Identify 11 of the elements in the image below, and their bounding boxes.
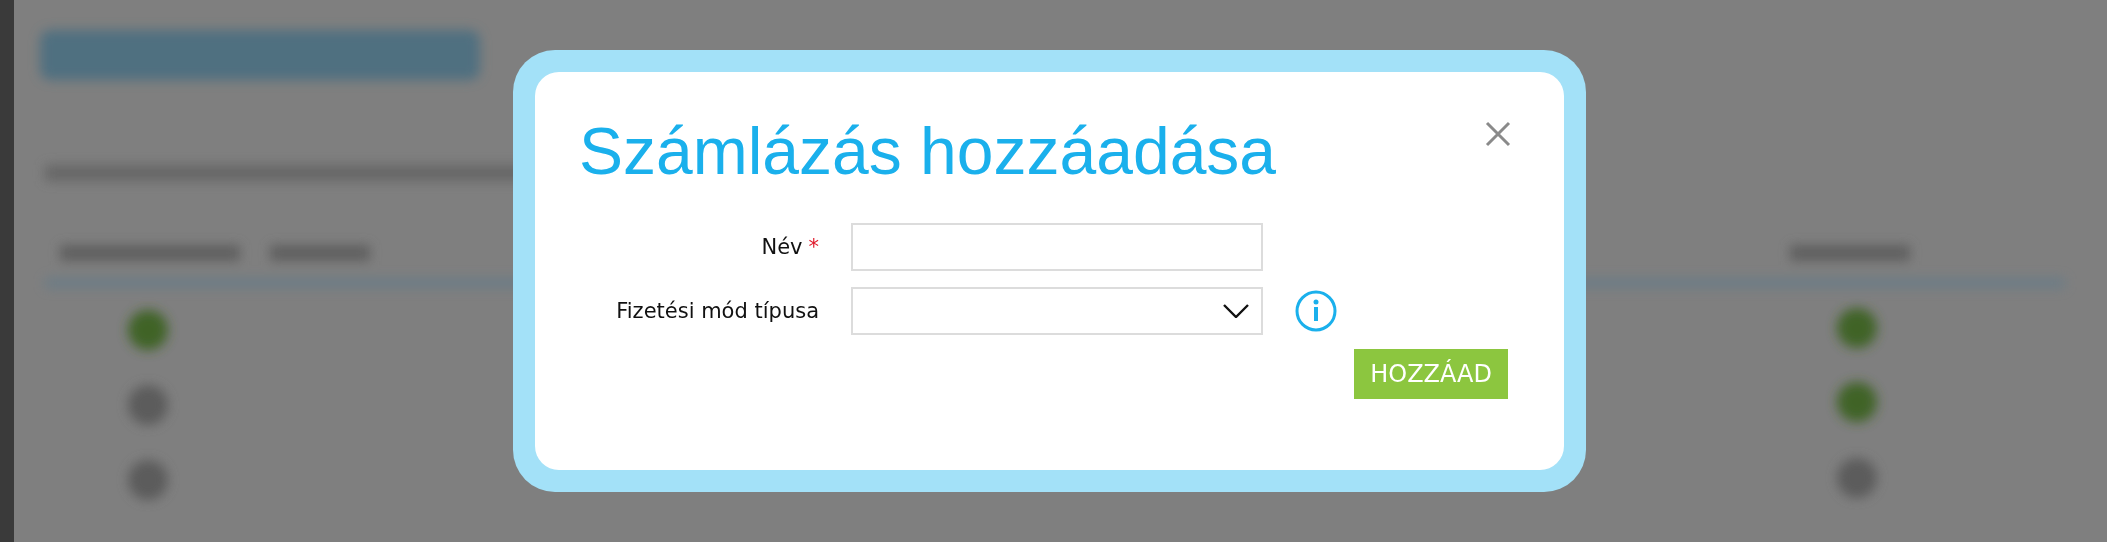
- dialog-title: Számlázás hozzáadása: [579, 113, 1277, 190]
- name-input-field[interactable]: [851, 223, 1263, 272]
- field-label: Név *: [761, 235, 819, 260]
- chevron-down-icon: [1223, 304, 1249, 319]
- field-label: Fizetési mód típusa: [616, 299, 819, 324]
- info-icon[interactable]: [1295, 290, 1337, 333]
- close-button[interactable]: [1484, 120, 1512, 148]
- select-dropdown[interactable]: [851, 287, 1263, 336]
- required-mark: *: [808, 235, 819, 260]
- add-button[interactable]: HOZZÁAD: [1354, 349, 1508, 400]
- close-icon: [1484, 120, 1512, 148]
